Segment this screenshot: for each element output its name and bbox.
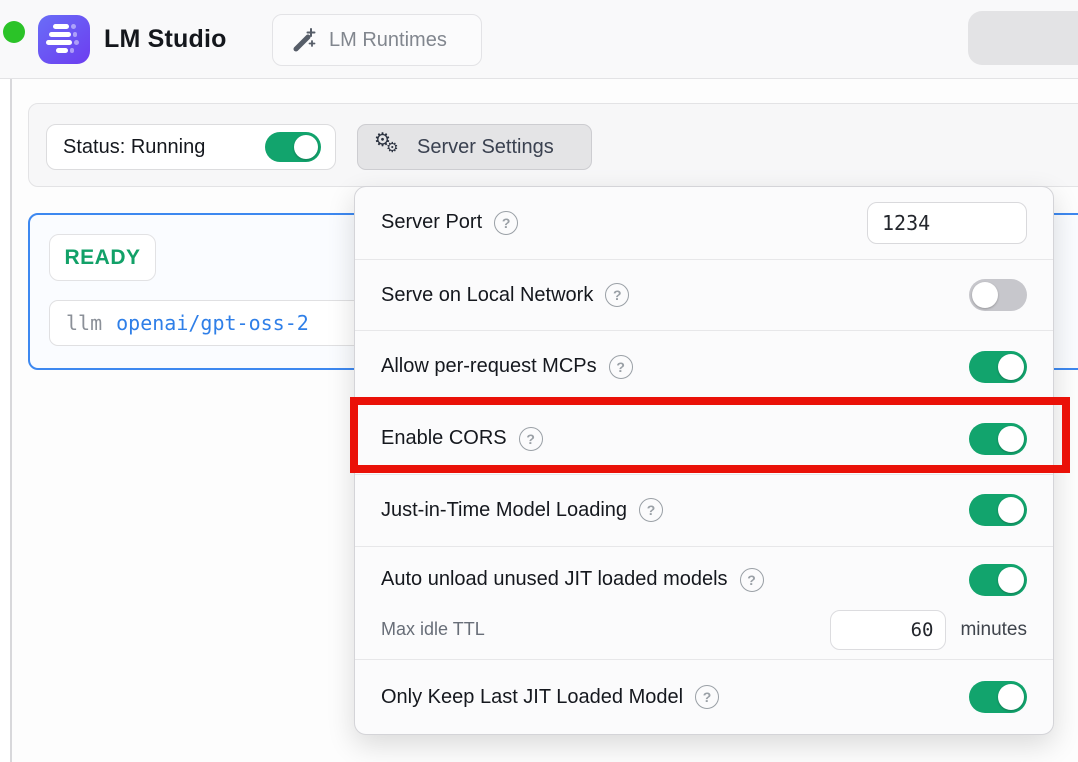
max-idle-ttl-input[interactable] — [830, 610, 946, 650]
toggle-knob — [998, 354, 1024, 380]
server-status-chip: Status: Running — [46, 124, 336, 170]
row-control — [969, 423, 1027, 455]
row-label: Just-in-Time Model Loading — [381, 499, 627, 522]
row-label: Serve on Local Network — [381, 284, 593, 307]
help-icon[interactable]: ? — [609, 355, 633, 379]
ready-status-badge: READY — [49, 234, 156, 281]
settings-row: Only Keep Last JIT Loaded Model ? — [355, 659, 1053, 734]
row-control — [969, 351, 1027, 383]
help-icon[interactable]: ? — [639, 498, 663, 522]
settings-row: Auto unload unused JIT loaded models ? M… — [355, 546, 1053, 660]
toggle-knob — [998, 567, 1024, 593]
model-name-link: openai/gpt-oss-2 — [116, 311, 309, 335]
sub-unit-label: minutes — [960, 619, 1027, 641]
toggle-knob — [998, 684, 1024, 710]
server-status-toggle[interactable] — [265, 132, 321, 162]
only-keep-last-jit-loaded-model-toggle[interactable] — [969, 681, 1027, 713]
server-settings-button[interactable]: ⚙⚙ Server Settings — [357, 124, 592, 170]
model-type-label: llm — [66, 311, 102, 335]
settings-row: Enable CORS ? — [355, 402, 1053, 474]
row-control — [969, 681, 1027, 713]
settings-row: Server Port ? — [355, 187, 1053, 259]
allow-per-request-mcps-toggle[interactable] — [969, 351, 1027, 383]
help-icon[interactable]: ? — [740, 568, 764, 592]
server-settings-label: Server Settings — [417, 136, 554, 159]
app-title: LM Studio — [104, 0, 227, 79]
sub-label: Max idle TTL — [381, 619, 485, 640]
row-label: Auto unload unused JIT loaded models — [381, 568, 728, 591]
row-control — [969, 564, 1027, 596]
serve-on-local-network-toggle[interactable] — [969, 279, 1027, 311]
row-label: Server Port — [381, 211, 482, 234]
server-settings-popover: Server Port ? Serve on Local Network ? A… — [354, 186, 1054, 735]
window-control-green-icon[interactable] — [3, 21, 25, 43]
just-in-time-model-loading-toggle[interactable] — [969, 494, 1027, 526]
row-control — [969, 279, 1027, 311]
help-icon[interactable]: ? — [695, 685, 719, 709]
toggle-knob — [998, 426, 1024, 452]
settings-row: Allow per-request MCPs ? — [355, 330, 1053, 402]
enable-cors-toggle[interactable] — [969, 423, 1027, 455]
toggle-knob — [294, 135, 318, 159]
row-label: Allow per-request MCPs — [381, 355, 597, 378]
server-status-label: Status: Running — [63, 136, 265, 159]
gears-icon: ⚙⚙ — [374, 132, 404, 162]
help-icon[interactable]: ? — [605, 283, 629, 307]
titlebar: LM Studio LM Runtimes — [0, 0, 1078, 79]
toggle-knob — [972, 282, 998, 308]
help-icon[interactable]: ? — [519, 427, 543, 451]
lm-studio-logo-icon — [38, 15, 90, 64]
lm-runtimes-label: LM Runtimes — [329, 29, 447, 52]
server-port-input[interactable] — [867, 202, 1027, 244]
topbar-right-button[interactable] — [968, 11, 1078, 65]
row-control — [867, 202, 1027, 244]
toggle-knob — [998, 497, 1024, 523]
auto-unload-unused-jit-loaded-models-toggle[interactable] — [969, 564, 1027, 596]
row-label: Only Keep Last JIT Loaded Model — [381, 686, 683, 709]
settings-row: Serve on Local Network ? — [355, 259, 1053, 331]
row-control — [969, 494, 1027, 526]
lm-runtimes-button[interactable]: LM Runtimes — [272, 14, 482, 66]
magic-wand-icon — [291, 27, 317, 53]
row-label: Enable CORS — [381, 427, 507, 450]
help-icon[interactable]: ? — [494, 211, 518, 235]
settings-row: Just-in-Time Model Loading ? — [355, 474, 1053, 546]
